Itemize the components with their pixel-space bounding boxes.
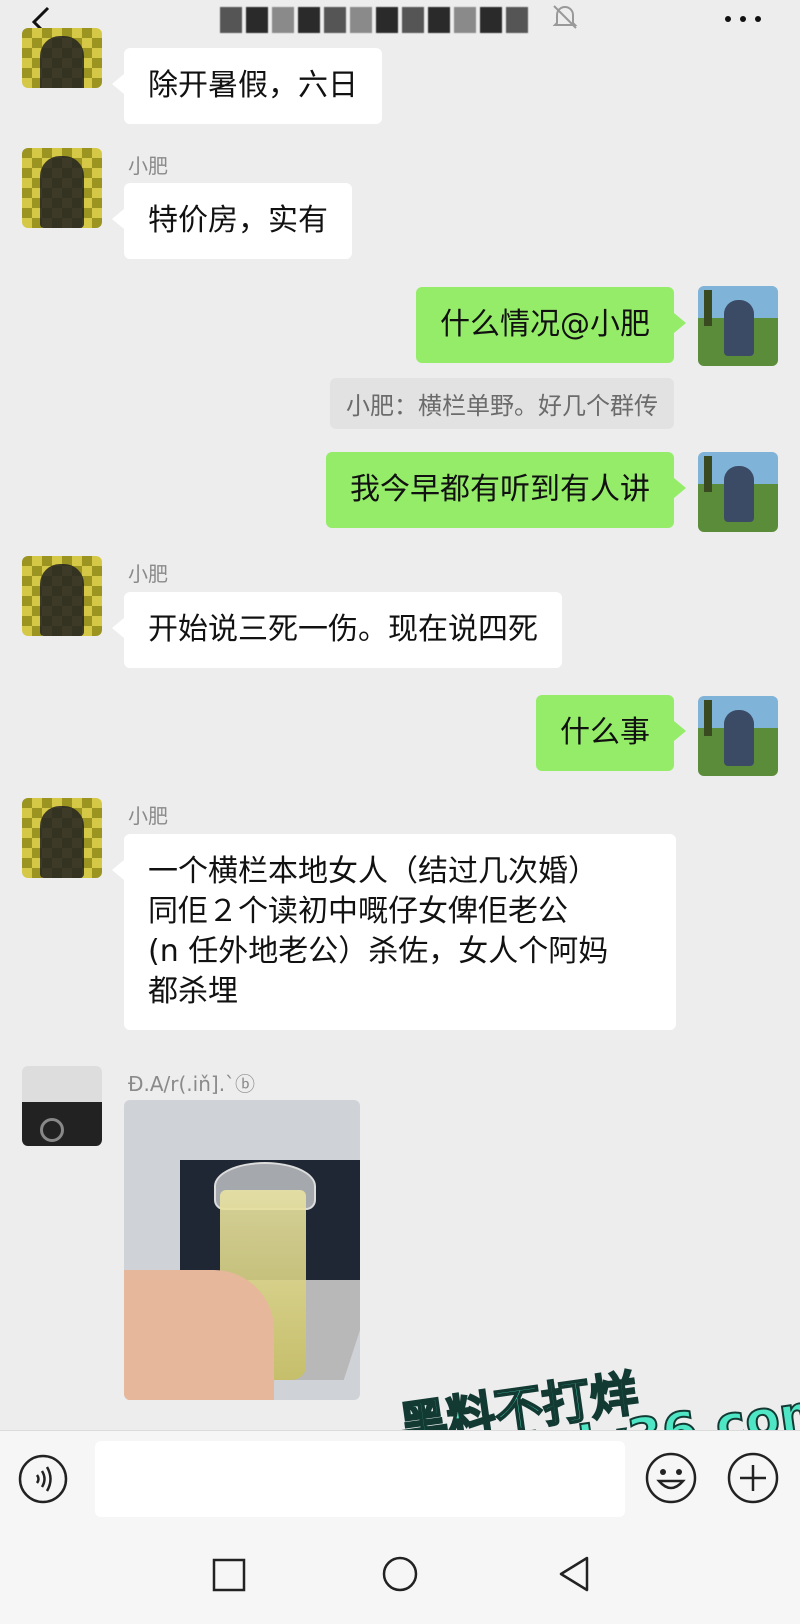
message-bubble[interactable]: 什么情况@小肥 [416,287,686,363]
avatar[interactable] [22,798,102,878]
message-bubble[interactable]: 什么事 [536,695,686,771]
emoji-icon[interactable] [644,1451,698,1505]
message-bubble[interactable]: 特价房，实有 [112,183,352,259]
home-icon[interactable] [380,1554,420,1594]
avatar[interactable] [22,148,102,228]
avatar[interactable] [698,452,778,532]
avatar[interactable] [22,556,102,636]
quoted-message[interactable]: 小肥：横栏单野。好几个群传 [330,378,674,429]
message-input-bar [0,1430,800,1527]
bell-muted-icon [552,5,578,29]
system-nav-bar [0,1526,800,1624]
sender-name: Ɖ.A/r(.iň].`ⓑ [128,1072,256,1096]
chat-title-obscured [220,2,528,38]
more-icon[interactable] [718,4,768,34]
message-bubble[interactable]: 除开暑假，六日 [112,48,382,124]
sender-name: 小肥 [128,154,168,178]
recent-apps-icon[interactable] [210,1556,248,1594]
sender-name: 小肥 [128,562,168,586]
avatar[interactable] [698,696,778,776]
message-bubble[interactable]: 开始说三死一伤。现在说四死 [112,592,562,668]
message-bubble[interactable]: 一个横栏本地女人（结过几次婚） 同佢２个读初中嘅仔女俾佢老公 (n 任外地老公）… [112,834,676,1030]
image-message[interactable] [124,1100,360,1400]
sender-name: 小肥 [128,804,168,828]
avatar[interactable] [22,1066,102,1146]
avatar[interactable] [22,28,102,88]
add-more-icon[interactable] [726,1451,780,1505]
avatar[interactable] [698,286,778,366]
voice-input-icon[interactable] [18,1454,68,1504]
message-input[interactable] [95,1441,625,1517]
nav-back-icon[interactable] [553,1552,593,1596]
chat-header [0,0,800,60]
message-bubble[interactable]: 我今早都有听到有人讲 [326,452,686,528]
